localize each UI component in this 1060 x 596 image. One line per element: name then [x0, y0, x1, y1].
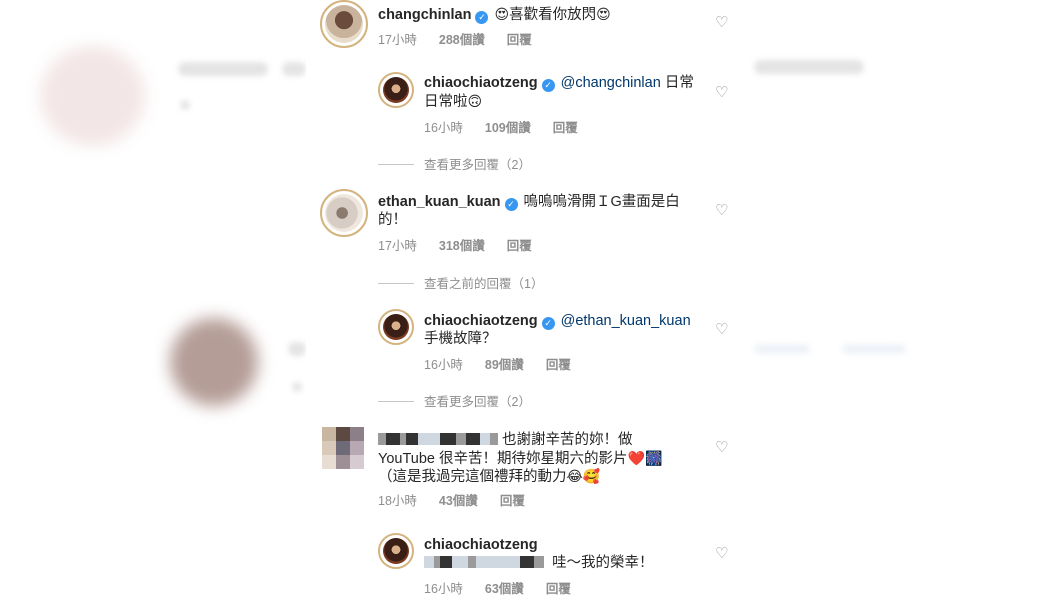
comment-meta: 16小時 63個讚 回覆 [424, 578, 593, 596]
avatar[interactable] [378, 309, 414, 345]
heart-outline-icon[interactable]: ♡ [715, 15, 731, 31]
blurred-avatar [170, 318, 258, 406]
reply-button[interactable]: 回覆 [546, 358, 571, 372]
verified-badge-icon: ✓ [541, 79, 555, 92]
divider-dash [378, 164, 414, 165]
timestamp: 17小時 [378, 239, 417, 253]
like-count[interactable]: 288個讚 [439, 33, 485, 47]
blurred-text [178, 62, 268, 76]
comment-body: 哇～我的榮幸！ [552, 555, 654, 571]
blurred-text [288, 342, 306, 356]
heart-outline-icon[interactable]: ♡ [715, 85, 731, 101]
comment-body: 手機故障？ [424, 331, 497, 347]
blurred-text [292, 382, 302, 392]
avatar[interactable] [320, 189, 368, 237]
verified-badge-icon: ✓ [475, 11, 489, 24]
mention-link[interactable]: @changchinlan [561, 75, 661, 91]
comment-body: YouTube 很辛苦！期待妳星期六的影片 [378, 451, 628, 467]
heart-outline-icon[interactable]: ♡ [715, 203, 731, 219]
view-more-replies[interactable]: 查看更多回覆（2） [378, 154, 531, 173]
blurred-text [842, 344, 906, 354]
heart-fireworks-icon: ❤️🎆 [627, 450, 663, 466]
comment-text: chiaochiaotzeng [424, 536, 542, 554]
comment-text: 也謝謝辛苦的妳！做 [378, 431, 633, 449]
view-previous-label: 查看之前的回覆（1） [424, 277, 544, 291]
mention-link[interactable]: @ethan_kuan_kuan [561, 313, 691, 329]
reply-button[interactable]: 回覆 [546, 582, 571, 596]
reply-button[interactable]: 回覆 [507, 239, 532, 253]
view-previous-replies[interactable]: 查看之前的回覆（1） [378, 273, 543, 292]
comment-meta: 18小時 43個讚 回覆 [378, 490, 547, 509]
comment-body: 喜歡看你放閃 [509, 7, 597, 23]
comment-text: 的！ [378, 211, 407, 229]
pixelated-avatar[interactable] [322, 427, 364, 469]
timestamp: 16小時 [424, 121, 463, 135]
reply-button[interactable]: 回覆 [553, 121, 578, 135]
upside-down-face-icon: 🙃 [467, 93, 483, 109]
comment-text: （這是我過完這個禮拜的動力😂🥰 [378, 467, 600, 486]
comment-body: 的！ [378, 212, 407, 228]
comment-body: 嗚嗚嗚滑開ＩG畫面是白 [523, 194, 680, 210]
verified-badge-icon: ✓ [504, 198, 518, 211]
comments-panel: changchinlan ✓ 😍喜歡看你放閃😍 17小時 288個讚 回覆 ♡ chia… [306, 0, 750, 596]
comment-meta: 16小時 109個讚 回覆 [424, 117, 600, 136]
avatar[interactable] [378, 533, 414, 569]
blurred-text [282, 62, 306, 76]
view-more-label: 查看更多回覆（2） [424, 158, 531, 172]
timestamp: 18小時 [378, 494, 417, 508]
like-count[interactable]: 318個讚 [439, 239, 485, 253]
comment-text: 手機故障？ [424, 330, 497, 348]
comment-text: chiaochiaotzeng ✓ @changchinlan 日常 [424, 74, 694, 92]
like-count[interactable]: 89個讚 [485, 358, 524, 372]
comment-text: 哇～我的榮幸！ [424, 554, 654, 572]
pixelated-username[interactable] [378, 432, 498, 448]
heart-outline-icon[interactable]: ♡ [715, 546, 731, 562]
comment-meta: 17小時 318個讚 回覆 [378, 235, 554, 254]
pixelated-mention[interactable] [424, 555, 544, 571]
heart-outline-icon[interactable]: ♡ [715, 440, 731, 456]
comment-body: （這是我過完這個禮拜的動力 [378, 469, 567, 485]
comment-text: 日常啦🙃 [424, 92, 482, 111]
heart-outline-icon[interactable]: ♡ [715, 322, 731, 338]
blurred-avatar [40, 46, 145, 146]
view-more-replies[interactable]: 查看更多回覆（2） [378, 391, 531, 410]
smiling-face-heart-eyes-icon: 😍 [596, 6, 611, 22]
timestamp: 17小時 [378, 33, 417, 47]
divider-dash [378, 401, 414, 402]
username[interactable]: chiaochiaotzeng [424, 75, 538, 91]
username[interactable]: changchinlan [378, 7, 471, 23]
like-count[interactable]: 43個讚 [439, 494, 478, 508]
comment-body: 日常 [664, 75, 694, 91]
comment-text: chiaochiaotzeng ✓ @ethan_kuan_kuan [424, 312, 691, 330]
like-count[interactable]: 109個讚 [485, 121, 531, 135]
comment-meta: 17小時 288個讚 回覆 [378, 29, 554, 48]
avatar[interactable] [320, 0, 368, 48]
blurred-text [754, 344, 810, 354]
reply-button[interactable]: 回覆 [507, 33, 532, 47]
username[interactable]: chiaochiaotzeng [424, 313, 538, 329]
like-count[interactable]: 63個讚 [485, 582, 524, 596]
blurred-text [180, 100, 190, 110]
avatar[interactable] [378, 72, 414, 108]
verified-badge-icon: ✓ [541, 317, 555, 330]
comment-text: YouTube 很辛苦！期待妳星期六的影片❤️🎆 [378, 449, 662, 468]
view-more-label: 查看更多回覆（2） [424, 395, 531, 409]
laughing-face-icon: 😂🥰 [566, 468, 601, 484]
comment-body: 也謝謝辛苦的妳！做 [502, 432, 633, 448]
reply-button[interactable]: 回覆 [500, 494, 525, 508]
comment-body: 日常啦 [424, 94, 468, 110]
divider-dash [378, 283, 414, 284]
smiling-face-heart-eyes-icon: 😍 [494, 6, 510, 22]
username[interactable]: ethan_kuan_kuan [378, 194, 501, 210]
comment-text: changchinlan ✓ 😍喜歡看你放閃😍 [378, 5, 611, 24]
comment-text: ethan_kuan_kuan ✓ 嗚嗚嗚滑開ＩG畫面是白 [378, 193, 680, 211]
blurred-text [754, 60, 864, 74]
timestamp: 16小時 [424, 582, 463, 596]
username[interactable]: chiaochiaotzeng [424, 537, 538, 553]
timestamp: 16小時 [424, 358, 463, 372]
comment-meta: 16小時 89個讚 回覆 [424, 354, 593, 373]
